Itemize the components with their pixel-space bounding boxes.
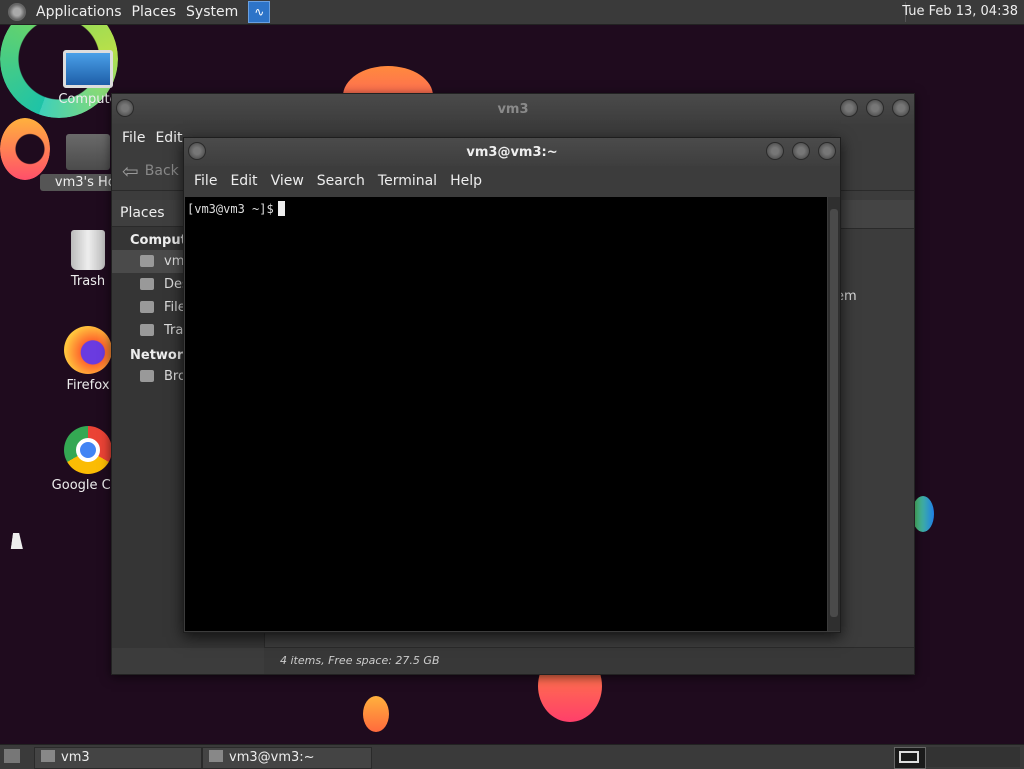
taskbar-item-file-manager[interactable]: vm3 bbox=[34, 747, 202, 769]
computer-icon bbox=[63, 50, 113, 88]
terminal-titlebar[interactable]: vm3@vm3:~ bbox=[184, 138, 840, 166]
window-title: vm3 bbox=[497, 102, 529, 117]
scrollbar-thumb[interactable] bbox=[830, 209, 838, 617]
terminal-cursor bbox=[277, 201, 285, 216]
top-panel: Applications Places System ∿ Tue Feb 13,… bbox=[0, 0, 1024, 25]
terminal-scrollbar[interactable] bbox=[828, 197, 840, 631]
maximize-button[interactable] bbox=[792, 142, 810, 160]
home-folder-icon bbox=[66, 134, 110, 170]
statusbar: 4 items, Free space: 27.5 GB bbox=[264, 647, 914, 674]
firefox-icon bbox=[64, 326, 112, 374]
menu-help[interactable]: Help bbox=[450, 173, 482, 189]
status-text: 4 items, Free space: 27.5 GB bbox=[280, 654, 440, 667]
terminal-prompt-line: [vm3@vm3 ~]$ bbox=[187, 201, 285, 216]
mouse-pointer-icon bbox=[10, 533, 26, 549]
places-menu[interactable]: Places bbox=[132, 4, 177, 20]
menu-edit[interactable]: Edit bbox=[155, 130, 182, 146]
terminal-icon bbox=[209, 750, 223, 762]
menu-terminal[interactable]: Terminal bbox=[378, 173, 437, 189]
file-manager-titlebar[interactable]: vm3 bbox=[112, 94, 914, 124]
menu-view[interactable]: View bbox=[271, 173, 304, 189]
distro-logo-icon[interactable] bbox=[8, 3, 26, 21]
back-arrow-icon[interactable]: ⇦ bbox=[122, 159, 139, 183]
system-menu[interactable]: System bbox=[186, 4, 238, 20]
menu-file[interactable]: File bbox=[194, 173, 217, 189]
close-button[interactable] bbox=[818, 142, 836, 160]
home-folder-icon bbox=[41, 750, 55, 762]
trash-icon bbox=[71, 230, 105, 270]
maximize-button[interactable] bbox=[866, 99, 884, 117]
window-title: vm3@vm3:~ bbox=[466, 145, 558, 160]
workspace-switcher-1[interactable] bbox=[894, 747, 926, 769]
terminal-window: vm3@vm3:~ File Edit View Search Terminal… bbox=[183, 137, 841, 633]
clock[interactable]: Tue Feb 13, 04:38 bbox=[902, 4, 1018, 19]
menu-edit[interactable]: Edit bbox=[230, 173, 257, 189]
back-button[interactable]: Back bbox=[145, 163, 179, 179]
drive-icon bbox=[140, 301, 154, 313]
menu-search[interactable]: Search bbox=[317, 173, 365, 189]
home-icon bbox=[140, 255, 154, 267]
show-desktop-icon[interactable] bbox=[4, 749, 20, 763]
close-button[interactable] bbox=[892, 99, 910, 117]
network-icon bbox=[140, 370, 154, 382]
terminal-screen[interactable]: [vm3@vm3 ~]$ bbox=[185, 197, 827, 631]
desktop-icon bbox=[140, 278, 154, 290]
taskbar-item-terminal[interactable]: vm3@vm3:~ bbox=[202, 747, 372, 769]
menu-file[interactable]: File bbox=[122, 130, 145, 146]
terminal-prompt: [vm3@vm3 ~]$ bbox=[187, 202, 274, 216]
applications-menu[interactable]: Applications bbox=[36, 4, 122, 20]
system-monitor-icon[interactable]: ∿ bbox=[248, 1, 271, 23]
minimize-button[interactable] bbox=[766, 142, 784, 160]
chrome-icon bbox=[64, 426, 112, 474]
minimize-button[interactable] bbox=[840, 99, 858, 117]
bottom-panel: vm3 vm3@vm3:~ bbox=[0, 744, 1024, 769]
trash-icon bbox=[140, 324, 154, 336]
wallpaper-shape bbox=[912, 496, 934, 532]
workspace-switcher[interactable] bbox=[926, 747, 1020, 767]
terminal-menubar: File Edit View Search Terminal Help bbox=[184, 166, 840, 196]
wallpaper-shape bbox=[363, 696, 389, 732]
